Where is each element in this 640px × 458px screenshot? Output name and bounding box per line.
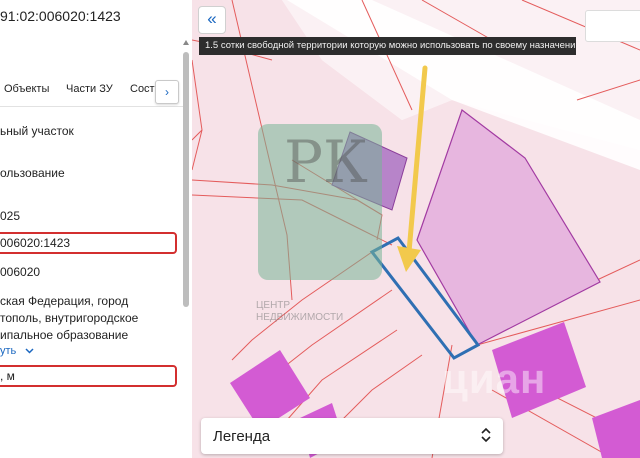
- updown-chevron-icon: [481, 427, 491, 443]
- tab-parts[interactable]: Части ЗУ: [66, 83, 113, 95]
- logo-monogram: РК: [284, 128, 368, 196]
- annotation-tooltip: 1.5 сотки свободной территории которую м…: [199, 37, 576, 55]
- show-more-label: уть: [0, 345, 17, 357]
- tab-objects[interactable]: Объекты: [4, 83, 49, 95]
- tab-composition[interactable]: Состав: [130, 83, 156, 95]
- highlight-box-area: [0, 365, 177, 387]
- field-cadastral-number: 006020:1423: [0, 236, 71, 250]
- tab-scroll-right-button[interactable]: ›: [155, 80, 179, 104]
- address-text: ская Федерация, город тополь, внутригоро…: [0, 294, 139, 342]
- scroll-up-icon[interactable]: [183, 40, 189, 45]
- field-area: , м: [0, 369, 15, 383]
- collapse-panel-button[interactable]: «: [198, 6, 226, 34]
- cadastral-map: [192, 0, 640, 458]
- field-date: 025: [0, 209, 21, 223]
- field-usage: ользование: [0, 166, 65, 180]
- panel-scrollbar[interactable]: [183, 52, 189, 307]
- map-view[interactable]: РК ЦЕНТР НЕДВИЖИМОСТИ циан « 1.5 сотки с…: [192, 0, 640, 458]
- info-panel: 91:02:006020:1423 Объекты Части ЗУ Соста…: [0, 0, 193, 458]
- show-more-link[interactable]: уть: [0, 345, 34, 357]
- watermark-text: циан: [442, 355, 547, 402]
- legend-dropdown[interactable]: Легенда: [201, 418, 503, 454]
- logo-text: ЦЕНТР НЕДВИЖИМОСТИ: [256, 300, 344, 323]
- field-category: ьный участок: [0, 124, 74, 138]
- legend-label: Легенда: [213, 428, 271, 445]
- chevron-down-icon: [25, 348, 34, 354]
- field-address: ская Федерация, город тополь, внутригоро…: [0, 293, 170, 344]
- map-search-box[interactable]: [585, 10, 640, 42]
- cadastral-number-title: 91:02:006020:1423: [0, 8, 121, 24]
- field-quarter: 006020: [0, 265, 41, 279]
